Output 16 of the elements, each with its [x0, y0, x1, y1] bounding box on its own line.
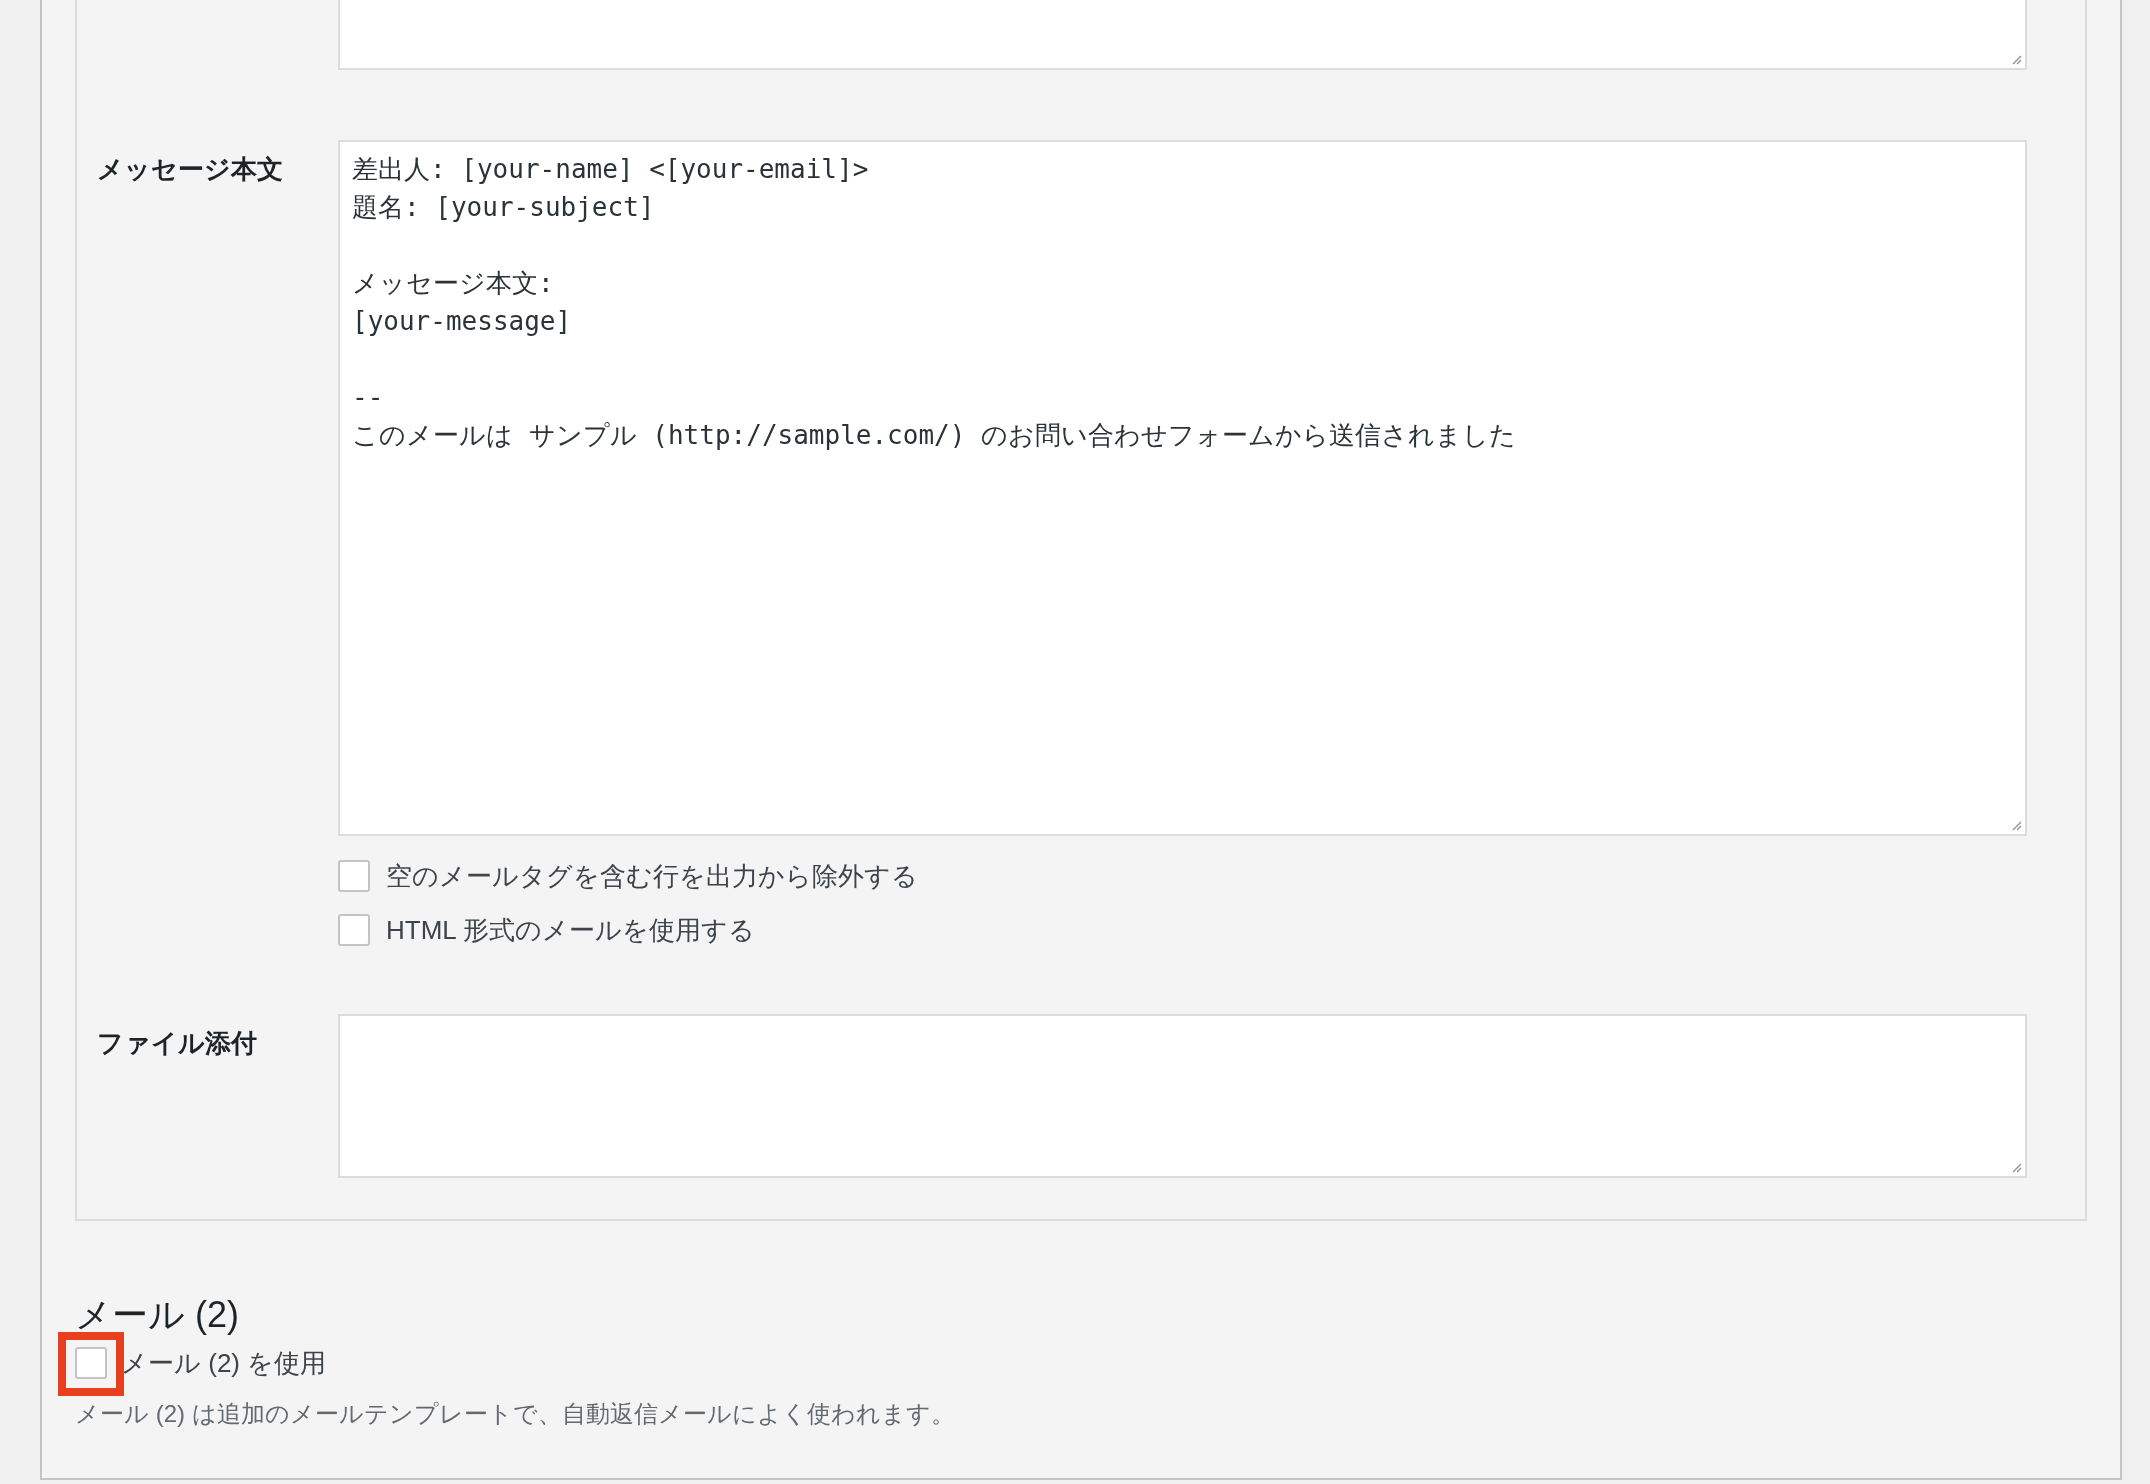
field-label: メッセージ本文 [97, 154, 283, 184]
resize-handle-icon[interactable] [2010, 819, 2022, 831]
description-text: メール (2) は追加のメールテンプレートで、自動返信メールによく使われます。 [75, 1399, 956, 1429]
checkbox[interactable] [338, 914, 370, 946]
section-heading: メール (2) [75, 1293, 240, 1337]
attachments-field[interactable] [338, 1014, 2027, 1178]
resize-handle-icon[interactable] [2010, 53, 2022, 65]
field-label: ファイル添付 [97, 1028, 257, 1058]
message-body-field[interactable]: 差出人: [your-name] <[your-email]> 題名: [your-subject] メッセージ本文: [your-message] -- このメールは サンプル (http://sample.com/) のお問い合わせフォームから送信されました [338, 140, 2027, 836]
text-area-field[interactable] [338, 0, 2027, 70]
checkbox-label: 空のメールタグを含む行を出力から除外する [386, 860, 918, 892]
checkbox-label: メール (2) を使用 [121, 1347, 327, 1379]
checkbox[interactable] [75, 1347, 107, 1379]
checkbox-label: HTML 形式のメールを使用する [386, 914, 756, 946]
checkbox[interactable] [338, 860, 370, 892]
resize-handle-icon[interactable] [2010, 1161, 2022, 1173]
